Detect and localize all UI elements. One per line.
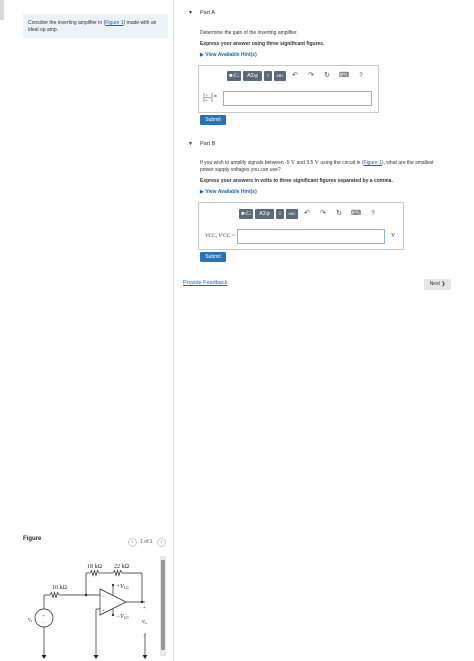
- part-b-submit-button[interactable]: Submit: [200, 252, 226, 262]
- part-b-question-line2: power supply voltages you can use?: [200, 167, 281, 173]
- source-label: vs: [28, 617, 33, 623]
- part-a-instruction: Express your answer using three signific…: [200, 41, 325, 47]
- part-b-question-a: If you wish to amplify signals between -…: [200, 160, 291, 166]
- redo-icon[interactable]: ↷: [307, 71, 315, 81]
- part-b-figure-link[interactable]: Figure 1: [364, 160, 382, 166]
- left-edge-bar: [0, 0, 4, 20]
- output-label-subscript: o: [145, 620, 147, 625]
- gain-symbol: v v: [203, 92, 221, 103]
- figure-scrollbar-thumb[interactable]: [161, 560, 165, 650]
- figure-label: Figure: [23, 536, 42, 542]
- part-b-hint[interactable]: ▶ View Available Hint(s): [200, 189, 257, 195]
- greek-symbols-button[interactable]: AΣφ: [243, 71, 262, 81]
- undo-icon[interactable]: ↶: [303, 209, 311, 219]
- arrows-button[interactable]: ↕: [276, 209, 284, 219]
- feedback-resistor-1-label: 18 kΩ: [87, 564, 103, 570]
- problem-text-prefix: Consider the inverting amplifier in (: [28, 20, 106, 26]
- svg-text:v: v: [206, 98, 208, 103]
- figure-pager: 1 of 1: [140, 539, 153, 545]
- figure-next-button[interactable]: ›: [157, 538, 166, 547]
- part-b-answer-box: ■√□ AΣφ ↕ vec ↶ ↷ ↻ ⌨ ? VCC, V′CC = V: [198, 202, 404, 250]
- figure-scrollbar[interactable]: [160, 556, 166, 656]
- part-b-question: If you wish to amplify signals between -…: [200, 160, 445, 174]
- keyboard-icon[interactable]: ⌨: [339, 71, 349, 81]
- feedback-resistor-2-label: 22 kΩ: [114, 564, 130, 570]
- redo-icon[interactable]: ↷: [319, 209, 327, 219]
- help-icon[interactable]: ?: [369, 209, 377, 219]
- part-a-answer-box: ■√□ AΣφ ↕ vec ↶ ↷ ↻ ⌨ ? v v =: [198, 65, 379, 113]
- positive-supply-subscript: CC: [124, 585, 130, 590]
- inverting-amplifier-circuit: 18 kΩ 22 kΩ 10 kΩ +VCC −VCC − + + − vs +…: [28, 564, 148, 659]
- part-a-equals: =: [214, 94, 217, 100]
- panel-divider: [173, 0, 174, 661]
- part-b-question-d: ), what are the smallest: [381, 160, 434, 166]
- source-minus-sign: −: [42, 621, 45, 626]
- part-b-question-c: using the circuit in (: [319, 160, 364, 166]
- vec-button[interactable]: vec: [286, 209, 298, 219]
- output-label: vo: [142, 619, 147, 625]
- source-plus-sign: +: [42, 614, 45, 619]
- opamp-inverting-terminal: −: [102, 595, 105, 600]
- undo-icon[interactable]: ↶: [291, 71, 299, 81]
- part-b-collapse-icon[interactable]: ▼: [188, 141, 193, 147]
- part-a-toolbar: ■√□ AΣφ ↕ vec ↶ ↷ ↻ ⌨ ?: [227, 71, 377, 81]
- problem-statement: Consider the inverting amplifier in (Fig…: [28, 20, 163, 33]
- next-button[interactable]: Next ❯: [424, 279, 451, 290]
- part-b-answer-label: VCC, V′CC =: [205, 233, 236, 239]
- part-a-question: Determine the gain of the inverting ampl…: [200, 30, 298, 36]
- part-b-hint-label: View Available Hint(s): [205, 189, 257, 195]
- part-b-instruction: Express your answers in volts to three s…: [200, 178, 393, 184]
- templates-button[interactable]: ■√□: [239, 209, 253, 219]
- part-a-hint[interactable]: ▶ View Available Hint(s): [200, 52, 257, 58]
- opamp-noninverting-terminal: +: [102, 609, 105, 614]
- figure-prev-button[interactable]: ‹: [128, 538, 137, 547]
- negative-supply-subscript: CC: [124, 615, 130, 620]
- output-minus-sign: −: [143, 634, 146, 639]
- greek-symbols-button[interactable]: AΣφ: [255, 209, 274, 219]
- part-b-question-b: and 3.5: [295, 160, 315, 166]
- input-resistor-label: 10 kΩ: [52, 585, 68, 591]
- templates-button[interactable]: ■√□: [227, 71, 241, 81]
- part-a-title: Part A: [200, 10, 215, 16]
- part-b-toolbar: ■√□ AΣφ ↕ vec ↶ ↷ ↻ ⌨ ?: [239, 209, 389, 219]
- part-a-submit-button[interactable]: Submit: [200, 115, 226, 125]
- figure-link[interactable]: Figure 1: [105, 20, 123, 26]
- help-icon[interactable]: ?: [357, 71, 365, 81]
- positive-supply-label: +VCC: [116, 584, 129, 590]
- vec-button[interactable]: vec: [274, 71, 286, 81]
- reset-icon[interactable]: ↻: [323, 71, 331, 81]
- keyboard-icon[interactable]: ⌨: [351, 209, 361, 219]
- provide-feedback-link[interactable]: Provide Feedback: [183, 280, 227, 286]
- part-b-unit-label: V: [391, 233, 396, 239]
- part-a-collapse-icon[interactable]: ▼: [188, 10, 193, 16]
- output-plus-sign: +: [143, 606, 146, 611]
- part-b-title: Part B: [200, 141, 216, 147]
- part-a-hint-label: View Available Hint(s): [205, 52, 257, 58]
- part-a-answer-input[interactable]: [223, 91, 372, 106]
- reset-icon[interactable]: ↻: [335, 209, 343, 219]
- part-b-answer-input[interactable]: [237, 229, 385, 244]
- arrows-button[interactable]: ↕: [264, 71, 272, 81]
- gain-fraction-icon: v v: [203, 93, 213, 103]
- source-label-subscript: s: [31, 618, 33, 623]
- negative-supply-label: −VCC: [116, 614, 129, 620]
